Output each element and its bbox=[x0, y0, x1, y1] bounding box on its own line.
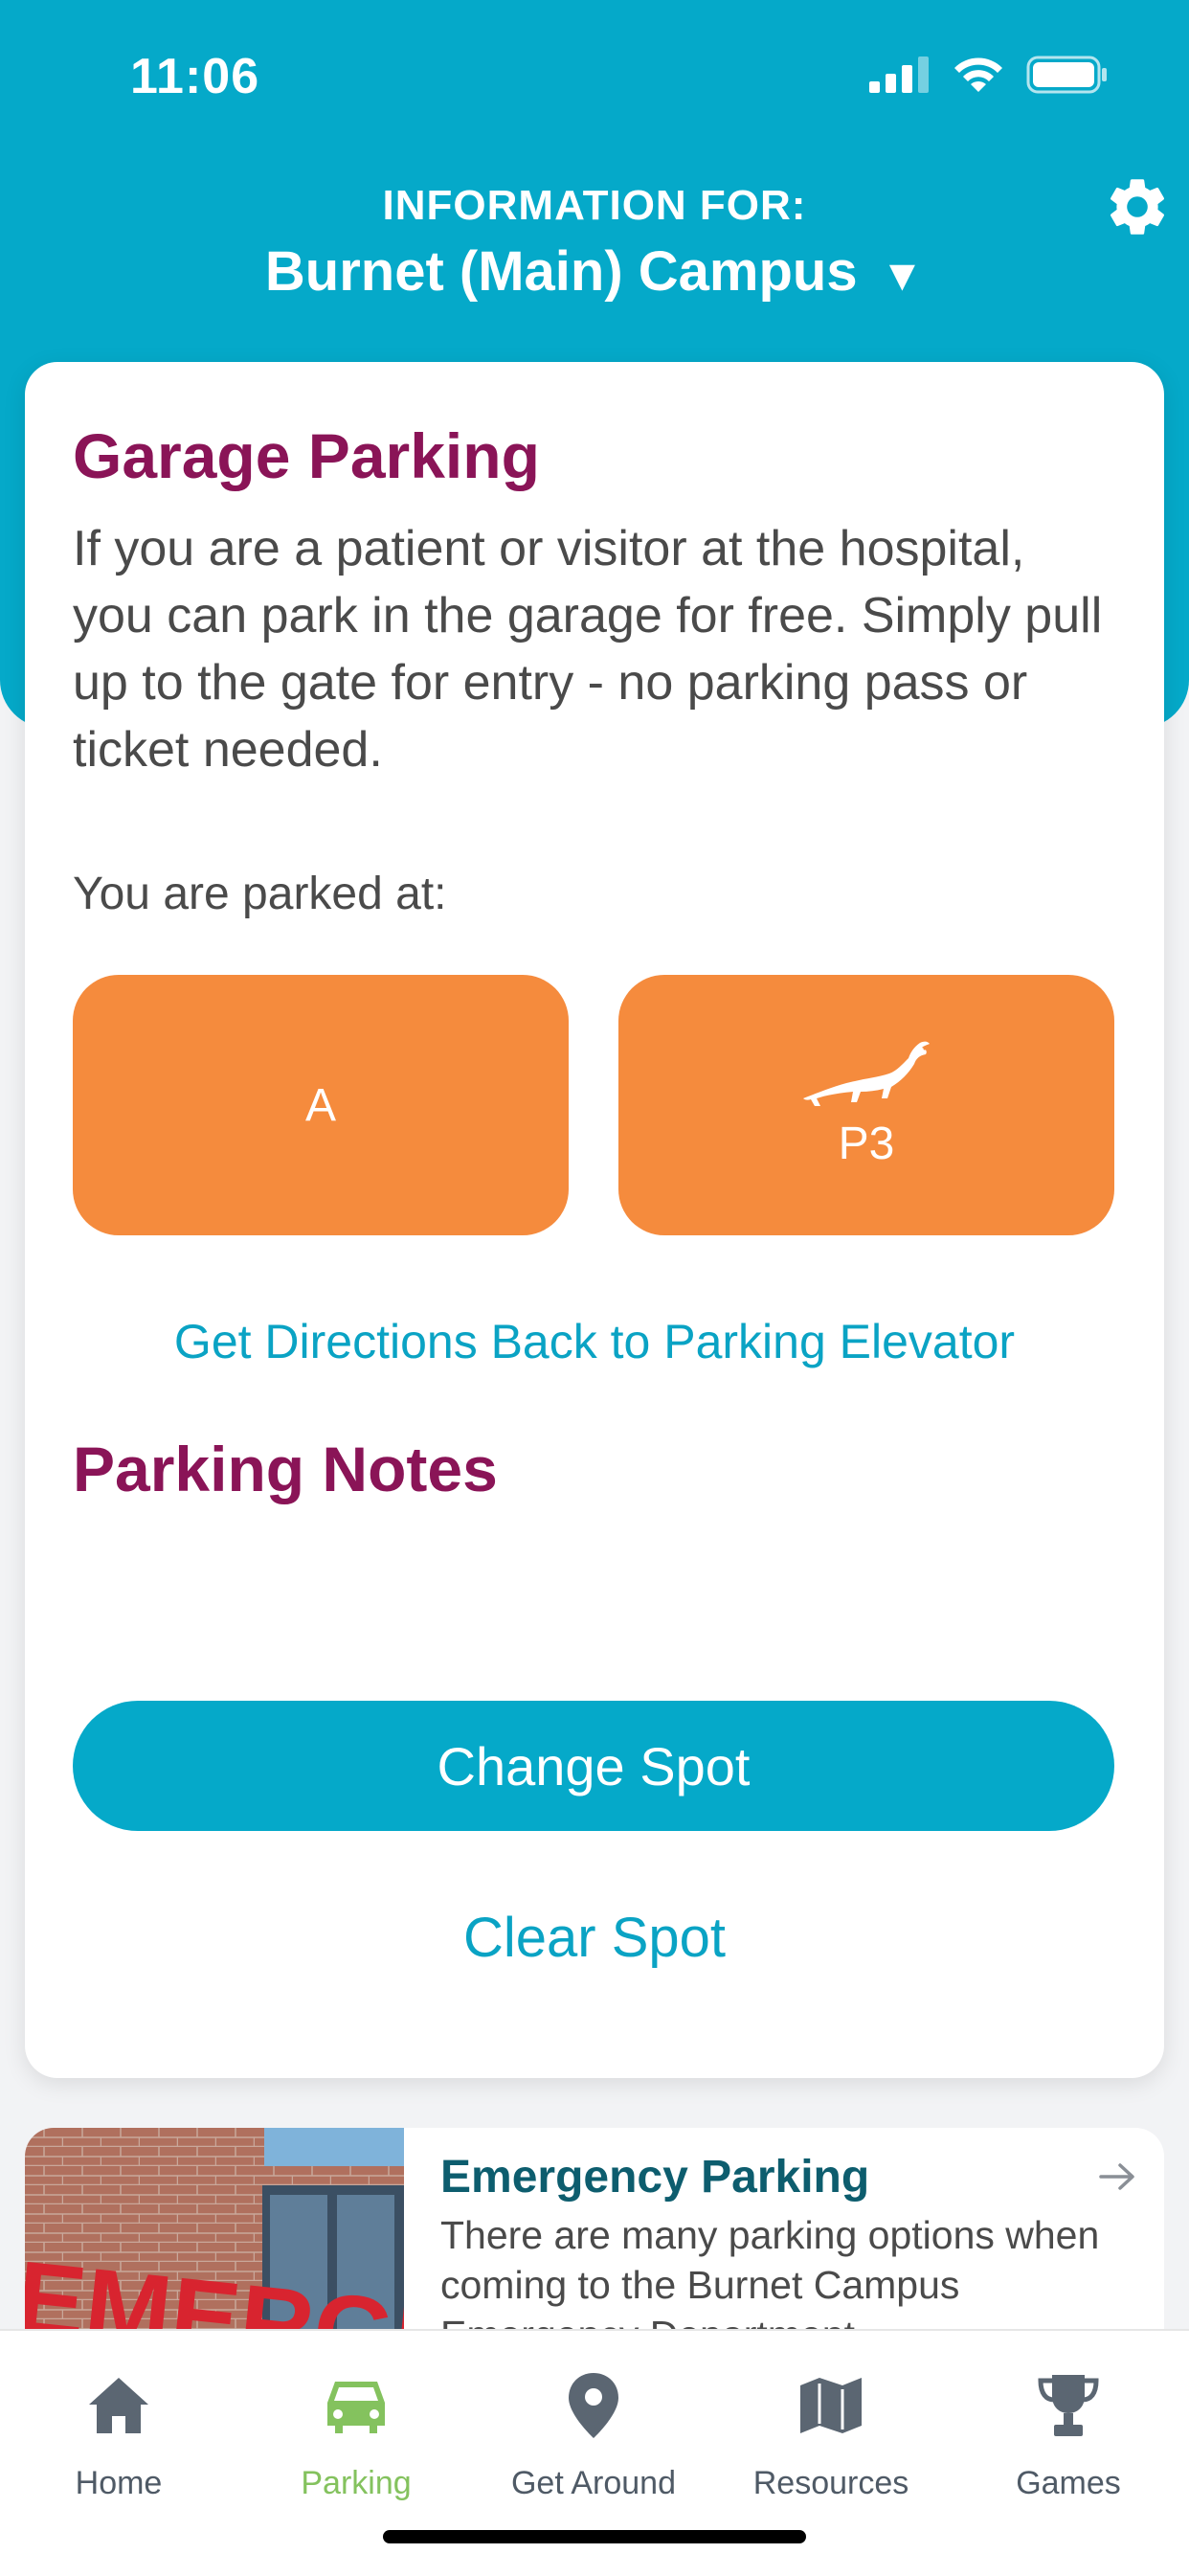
settings-button[interactable] bbox=[1103, 172, 1172, 246]
arrow-right-icon bbox=[1099, 2163, 1134, 2190]
card-description: If you are a patient or visitor at the h… bbox=[73, 521, 1103, 778]
spot-section-label: A bbox=[304, 1079, 336, 1131]
cellular-signal-icon bbox=[869, 56, 929, 93]
car-icon bbox=[327, 2382, 385, 2433]
trophy-icon bbox=[1038, 2375, 1099, 2436]
directions-link[interactable]: Get Directions Back to Parking Elevator bbox=[25, 1314, 1164, 1369]
tab-parking[interactable]: Parking bbox=[237, 2367, 475, 2502]
tab-get-around[interactable]: Get Around bbox=[475, 2367, 712, 2502]
alligator-icon bbox=[803, 1041, 930, 1106]
home-icon bbox=[89, 2378, 148, 2433]
spot-level-label: P3 bbox=[838, 1118, 895, 1169]
status-icons bbox=[869, 56, 1109, 94]
gear-icon bbox=[1110, 179, 1165, 235]
tab-label: Parking bbox=[301, 2465, 412, 2501]
dropdown-caret-icon: ▼ bbox=[880, 250, 925, 300]
tab-home[interactable]: Home bbox=[0, 2367, 237, 2502]
emergency-parking-title: Emergency Parking bbox=[440, 2152, 870, 2203]
parked-at-label: You are parked at: bbox=[73, 869, 447, 919]
tab-resources[interactable]: Resources bbox=[712, 2367, 950, 2502]
tab-label: Get Around bbox=[510, 2465, 676, 2501]
clear-spot-link[interactable]: Clear Spot bbox=[25, 1906, 1164, 1970]
information-for-label: INFORMATION FOR: bbox=[382, 182, 807, 229]
tab-label: Resources bbox=[752, 2465, 909, 2501]
change-spot-label: Change Spot bbox=[437, 1735, 751, 1796]
home-indicator bbox=[383, 2530, 806, 2543]
tab-label: Home bbox=[75, 2465, 163, 2501]
change-spot-button[interactable]: Change Spot bbox=[73, 1701, 1114, 1831]
garage-parking-card: Garage Parking If you are a patient or v… bbox=[25, 362, 1164, 2078]
wifi-icon bbox=[954, 57, 1002, 92]
tab-games[interactable]: Games bbox=[950, 2367, 1187, 2502]
map-icon bbox=[800, 2378, 862, 2433]
parking-notes-title: Parking Notes bbox=[73, 1434, 498, 1504]
spot-section-button[interactable]: A bbox=[73, 975, 569, 1235]
map-pin-icon bbox=[569, 2373, 618, 2438]
status-time: 11:06 bbox=[130, 49, 260, 104]
card-title: Garage Parking bbox=[73, 420, 540, 491]
spot-level-button[interactable]: P3 bbox=[618, 975, 1114, 1235]
battery-icon bbox=[1026, 56, 1107, 94]
tab-label: Games bbox=[1016, 2465, 1121, 2501]
campus-name: Burnet (Main) Campus bbox=[264, 240, 858, 303]
campus-selector[interactable]: Burnet (Main) Campus ▼ bbox=[0, 239, 1189, 304]
